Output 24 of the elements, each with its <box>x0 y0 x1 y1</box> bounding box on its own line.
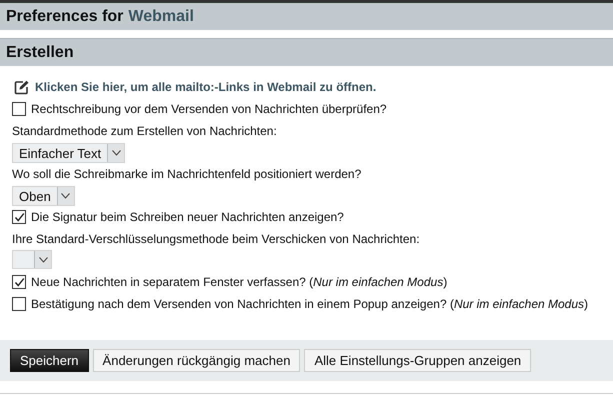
field-label: Wo soll die Schreibmarke im Nachrichtenfeld positioniert werden? <box>12 166 362 183</box>
field-label: Standardmethode zum Erstellen von Nachrichten: <box>12 123 278 140</box>
checkbox-label: Neue Nachrichten in separatem Fenster verfassen? (Nur im einfachen Modus) <box>31 275 448 289</box>
checkbox-label: Bestätigung nach dem Versenden von Nachrichten in einem Popup anzeigen? (Nur im einfachen Modus) <box>31 297 588 311</box>
checkbox[interactable] <box>12 102 26 116</box>
mailto-link[interactable]: Klicken Sie hier, um alle mailto:-Links in Webmail zu öffnen. <box>35 80 376 94</box>
checkbox-label: Rechtschreibung vor dem Versenden von Nachrichten überprüfen? <box>31 102 387 116</box>
checkbox-label: Die Signatur beim Schreiben neuer Nachrichten anzeigen? <box>31 210 344 224</box>
section-title: Erstellen <box>6 44 74 62</box>
save-button[interactable]: Speichern <box>10 349 89 372</box>
dropdown[interactable]: Einfacher Text <box>12 143 126 163</box>
chevron-icon <box>61 193 70 199</box>
chevron-icon <box>112 150 121 156</box>
dropdown[interactable]: Oben <box>12 186 75 206</box>
action-button[interactable]: Änderungen rückgängig machen <box>92 349 300 372</box>
field-label: Ihre Standard-Verschlüsselungsmethode beim Verschicken von Nachrichten: <box>12 231 421 248</box>
checkbox[interactable] <box>12 275 26 289</box>
checkbox[interactable] <box>12 297 26 311</box>
action-button[interactable]: Alle Einstellungs-Gruppen anzeigen <box>304 349 532 372</box>
checkbox[interactable] <box>12 210 26 224</box>
edit-icon <box>14 80 29 94</box>
app-name: Webmail <box>128 8 194 26</box>
page-title: Preferences for <box>6 8 124 26</box>
chevron-icon <box>38 256 48 262</box>
